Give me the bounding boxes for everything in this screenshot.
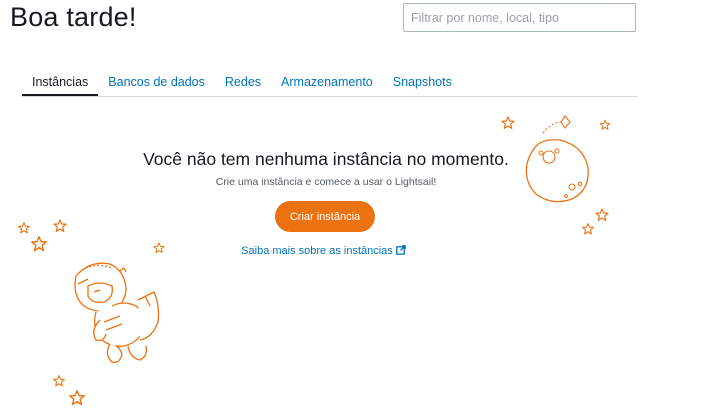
- star-icon: [69, 390, 85, 406]
- star-icon: [595, 208, 609, 221]
- learn-more-link[interactable]: Saiba mais sobre as instâncias: [0, 245, 647, 257]
- star-icon: [53, 375, 65, 387]
- learn-more-link-label[interactable]: Saiba mais sobre as instâncias: [241, 245, 393, 257]
- star-icon: [53, 219, 67, 232]
- star-icon: [582, 223, 594, 235]
- empty-state-title: Você não tem nenhuma instância no moment…: [143, 149, 509, 169]
- empty-state-subtitle: Crie uma instância e comece a usar o Lig…: [215, 176, 437, 188]
- star-icon: [501, 116, 515, 129]
- star-icon: [599, 119, 611, 130]
- star-icon: [18, 222, 30, 234]
- comet-icon: [542, 115, 571, 134]
- robot-illustration: [74, 262, 160, 363]
- create-instance-button[interactable]: Criar instância: [275, 201, 375, 232]
- external-link-icon: [395, 245, 406, 255]
